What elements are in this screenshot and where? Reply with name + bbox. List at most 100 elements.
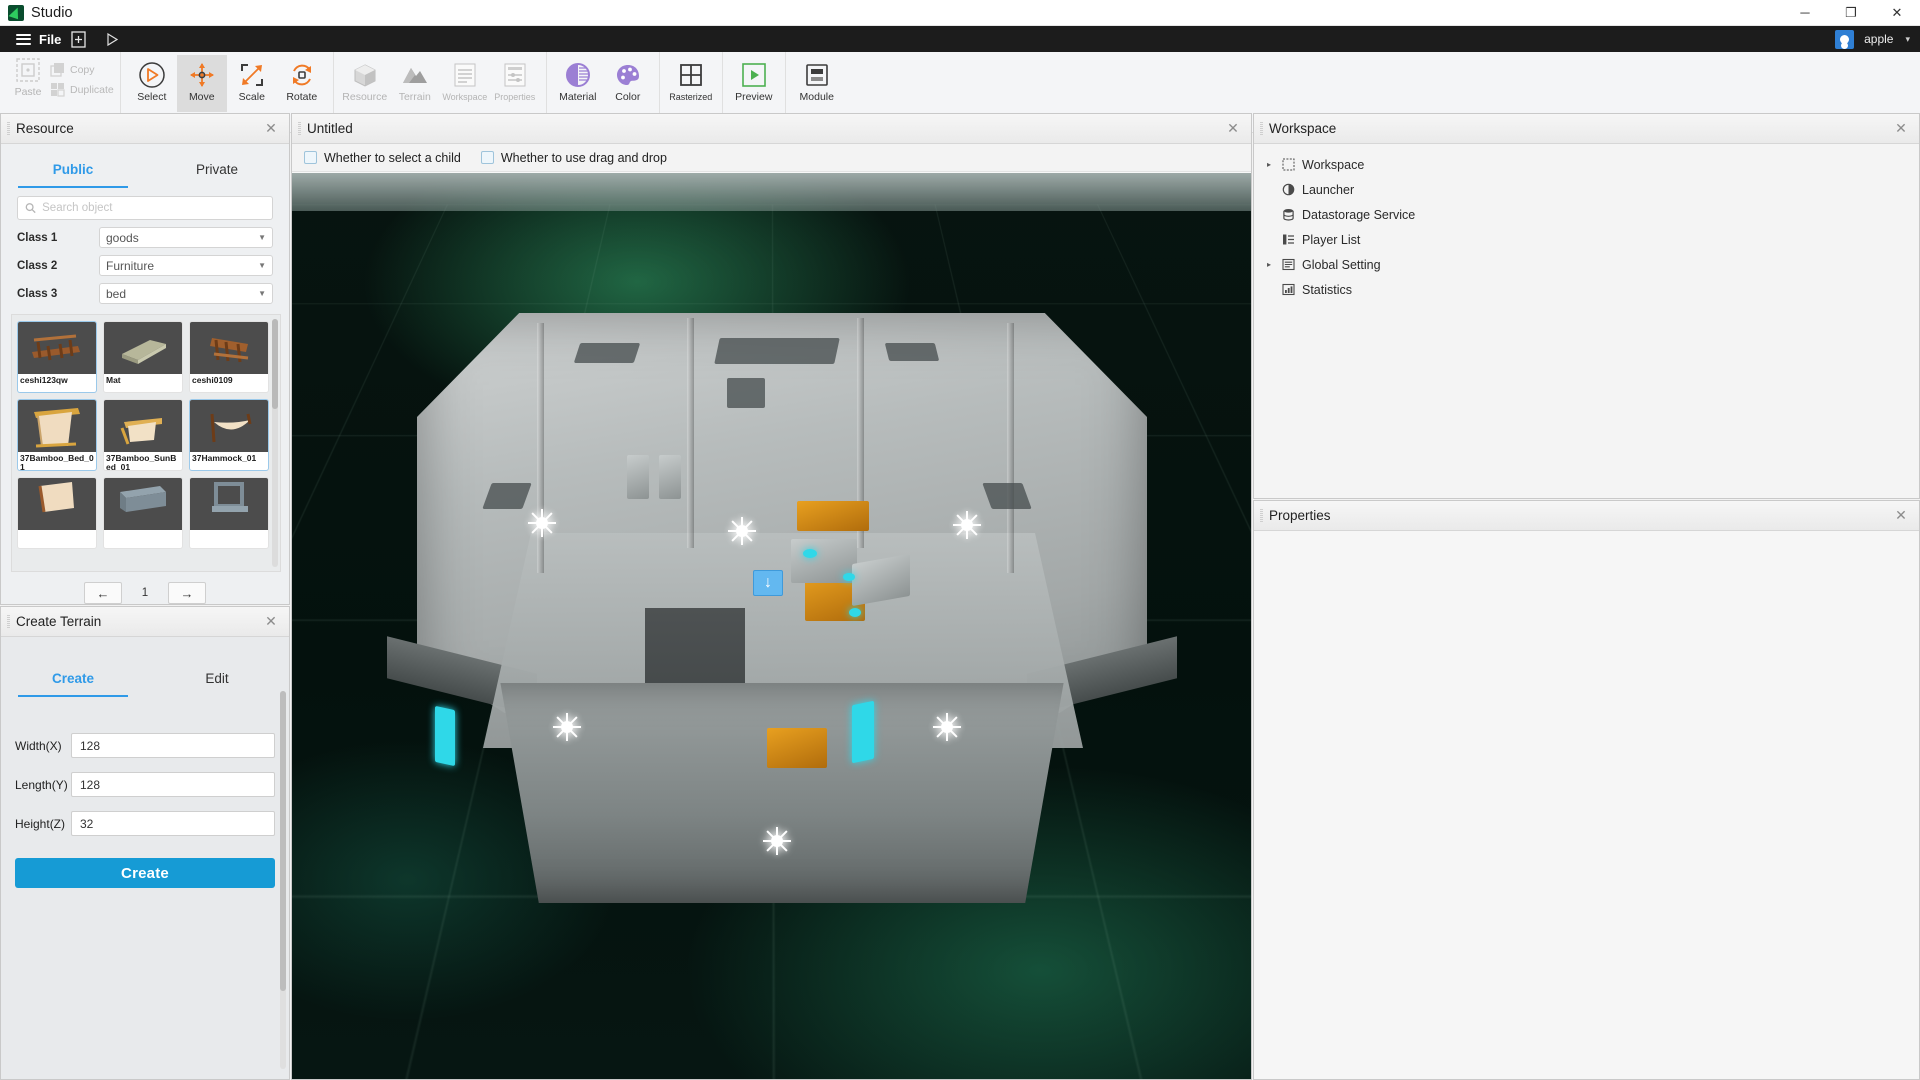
panel-grip-icon[interactable] <box>7 615 10 629</box>
pager-next-button[interactable]: → <box>168 582 206 604</box>
asset-card[interactable]: ceshi123qw <box>18 322 96 392</box>
tree-item-datastorage-service[interactable]: ▸ Datastorage Service <box>1264 202 1919 227</box>
panel-grip-icon[interactable] <box>7 122 10 136</box>
layout-terrain-button[interactable]: Terrain <box>390 55 440 112</box>
grid-raster-icon <box>678 59 704 91</box>
ship-rib <box>687 318 694 548</box>
tab-create[interactable]: Create <box>1 659 145 697</box>
asset-scrollbar[interactable] <box>272 319 278 567</box>
length-label: Length(Y) <box>15 778 71 792</box>
light-gizmo[interactable] <box>954 512 980 538</box>
new-document-icon[interactable] <box>61 26 95 52</box>
tab-public[interactable]: Public <box>1 150 145 188</box>
terrain-panel-close-icon[interactable]: ✕ <box>263 613 279 630</box>
light-gizmo[interactable] <box>764 828 790 854</box>
paste-label: Paste <box>15 86 42 98</box>
tree-item-statistics[interactable]: ▸ Statistics <box>1264 277 1919 302</box>
asset-thumbnail <box>104 322 182 374</box>
drag-drop-label: Whether to use drag and drop <box>501 151 667 165</box>
tool-select-button[interactable]: Select <box>127 55 177 112</box>
asset-card[interactable] <box>104 478 182 548</box>
tool-scale-button[interactable]: Scale <box>227 55 277 112</box>
layout-workspace-button[interactable]: Workspace <box>440 55 490 112</box>
terrain-scrollbar[interactable] <box>280 691 286 1069</box>
class-2-select[interactable]: Furniture ▼ <box>99 255 273 276</box>
search-input[interactable] <box>42 202 265 214</box>
asset-card[interactable] <box>190 478 268 548</box>
class-1-select[interactable]: goods ▼ <box>99 227 273 248</box>
tree-item-label: Datastorage Service <box>1302 208 1415 222</box>
test-preview-button[interactable]: Preview <box>729 55 779 112</box>
light-gizmo[interactable] <box>554 714 580 740</box>
minimize-button[interactable]: ─ <box>1782 0 1828 26</box>
download-arrow-icon[interactable]: ↓ <box>753 570 783 596</box>
search-box[interactable] <box>17 196 273 220</box>
layout-resource-label: Resource <box>342 92 387 103</box>
select-child-checkbox[interactable] <box>304 151 317 164</box>
tab-private[interactable]: Private <box>145 150 289 188</box>
asset-card[interactable]: 37Bamboo_SunBed_01 <box>104 400 182 470</box>
asset-card[interactable]: 37Bamboo_Bed_01 <box>18 400 96 470</box>
drag-drop-checkbox[interactable] <box>481 151 494 164</box>
file-menu-button[interactable]: File <box>39 32 61 47</box>
statistics-icon <box>1281 283 1295 297</box>
asset-thumbnail <box>190 400 268 452</box>
tool-rotate-button[interactable]: Rotate <box>277 55 327 112</box>
maximize-button[interactable]: ❐ <box>1828 0 1874 26</box>
layout-resource-button[interactable]: Resource <box>340 55 390 112</box>
app-title: Studio <box>31 5 73 21</box>
light-gizmo[interactable] <box>729 518 755 544</box>
script-module-button[interactable]: Module <box>792 55 842 112</box>
resource-panel-close-icon[interactable]: ✕ <box>263 120 279 137</box>
create-terrain-button[interactable]: Create <box>15 858 275 888</box>
asset-pager: ← 1 → <box>1 582 289 604</box>
option-drag-drop[interactable]: Whether to use drag and drop <box>481 151 667 165</box>
asset-card[interactable]: 37Hammock_01 <box>190 400 268 470</box>
height-input[interactable] <box>71 811 275 836</box>
length-input[interactable] <box>71 772 275 797</box>
duplicate-icon <box>50 82 65 97</box>
viewport-close-icon[interactable]: ✕ <box>1225 120 1241 137</box>
light-gizmo[interactable] <box>934 714 960 740</box>
tree-item-workspace[interactable]: ▸ Workspace <box>1264 152 1919 177</box>
class-3-select[interactable]: bed ▼ <box>99 283 273 304</box>
close-button[interactable]: ✕ <box>1874 0 1920 26</box>
tool-move-button[interactable]: Move <box>177 55 227 112</box>
width-input[interactable] <box>71 733 275 758</box>
panel-grip-icon[interactable] <box>298 122 301 136</box>
user-area[interactable]: apple ▾ <box>1835 30 1920 49</box>
spaceship-model[interactable]: ↓ <box>387 283 1177 903</box>
asset-card[interactable]: Mat <box>104 322 182 392</box>
panel-grip-icon[interactable] <box>1260 122 1263 136</box>
edit-color-button[interactable]: Color <box>603 55 653 112</box>
tree-item-global-setting[interactable]: ▸ Global Setting <box>1264 252 1919 277</box>
light-gizmo[interactable] <box>529 510 555 536</box>
tree-item-launcher[interactable]: ▸ Launcher <box>1264 177 1919 202</box>
panel-grip-icon[interactable] <box>1260 509 1263 523</box>
asset-card[interactable] <box>18 478 96 548</box>
chevron-down-icon[interactable]: ▾ <box>1905 34 1910 45</box>
tab-edit[interactable]: Edit <box>145 659 289 697</box>
layout-properties-button[interactable]: Properties <box>490 55 540 112</box>
copy-button[interactable]: Copy <box>50 62 114 77</box>
expand-arrow-icon[interactable]: ▸ <box>1264 260 1274 269</box>
hamburger-menu-icon[interactable] <box>16 34 31 45</box>
workspace-panel-close-icon[interactable]: ✕ <box>1893 120 1909 137</box>
console-light <box>849 608 861 617</box>
paste-button[interactable]: Paste <box>6 56 50 98</box>
duplicate-button[interactable]: Duplicate <box>50 82 114 97</box>
asset-card[interactable]: ceshi0109 <box>190 322 268 392</box>
expand-arrow-icon[interactable]: ▸ <box>1264 160 1274 169</box>
asset-thumbnail <box>190 322 268 374</box>
play-icon[interactable] <box>95 26 129 52</box>
edit-material-button[interactable]: Material <box>553 55 603 112</box>
ship-hull-panel <box>714 338 840 364</box>
option-select-child[interactable]: Whether to select a child <box>304 151 461 165</box>
cargo-crate <box>767 728 827 768</box>
properties-panel-close-icon[interactable]: ✕ <box>1893 507 1909 524</box>
asset-thumbnail <box>18 322 96 374</box>
tree-item-player-list[interactable]: ▸ Player List <box>1264 227 1919 252</box>
pager-prev-button[interactable]: ← <box>84 582 122 604</box>
viewport-3d-canvas[interactable]: ↓ y x Persp <box>292 173 1251 1079</box>
align-rasterized-button[interactable]: Rasterized <box>666 55 716 112</box>
